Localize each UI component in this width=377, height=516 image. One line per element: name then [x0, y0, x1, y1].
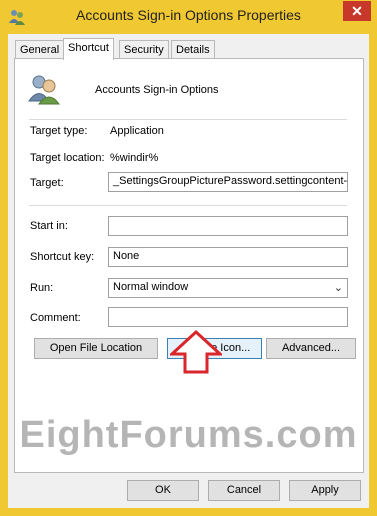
watermark: EightForums.com: [19, 414, 358, 456]
target-location-label: Target location:: [30, 152, 105, 164]
title-bar[interactable]: Accounts Sign-in Options Properties ✕: [0, 0, 377, 34]
start-in-label: Start in:: [30, 220, 68, 232]
shortcut-key-field[interactable]: None: [108, 247, 348, 267]
window-title: Accounts Sign-in Options Properties: [76, 7, 301, 23]
comment-label: Comment:: [30, 312, 81, 324]
shortcut-key-label: Shortcut key:: [30, 251, 95, 263]
users-icon: [28, 75, 60, 105]
advanced-button[interactable]: Advanced...: [266, 338, 356, 359]
apply-button[interactable]: Apply: [289, 480, 361, 501]
tab-security[interactable]: Security: [119, 40, 169, 59]
run-label: Run:: [30, 282, 54, 294]
comment-field[interactable]: [108, 307, 348, 327]
run-select-value: Normal window: [113, 281, 189, 293]
divider: [29, 205, 347, 206]
run-select[interactable]: Normal window ⌄: [108, 278, 348, 298]
target-field[interactable]: _SettingsGroupPicturePassword.settingcon…: [108, 172, 348, 192]
target-location-value: %windir%: [110, 152, 159, 164]
open-file-location-button[interactable]: Open File Location: [34, 338, 158, 359]
arrow-up-icon: [170, 330, 222, 374]
tab-details[interactable]: Details: [171, 40, 215, 59]
shortcut-name: Accounts Sign-in Options: [95, 84, 219, 96]
target-type-label: Target type:: [30, 125, 88, 137]
tab-general[interactable]: General: [15, 40, 65, 59]
ok-button[interactable]: OK: [127, 480, 199, 501]
target-label: Target:: [30, 177, 64, 189]
shortcut-tab-panel: Accounts Sign-in Options Target type: Ap…: [14, 58, 364, 473]
target-type-value: Application: [110, 125, 164, 137]
start-in-field[interactable]: [108, 216, 348, 236]
chevron-down-icon[interactable]: ⌄: [334, 281, 343, 294]
cancel-button[interactable]: Cancel: [208, 480, 280, 501]
divider: [29, 119, 347, 120]
tab-shortcut[interactable]: Shortcut: [63, 38, 114, 60]
close-button[interactable]: ✕: [343, 1, 371, 21]
